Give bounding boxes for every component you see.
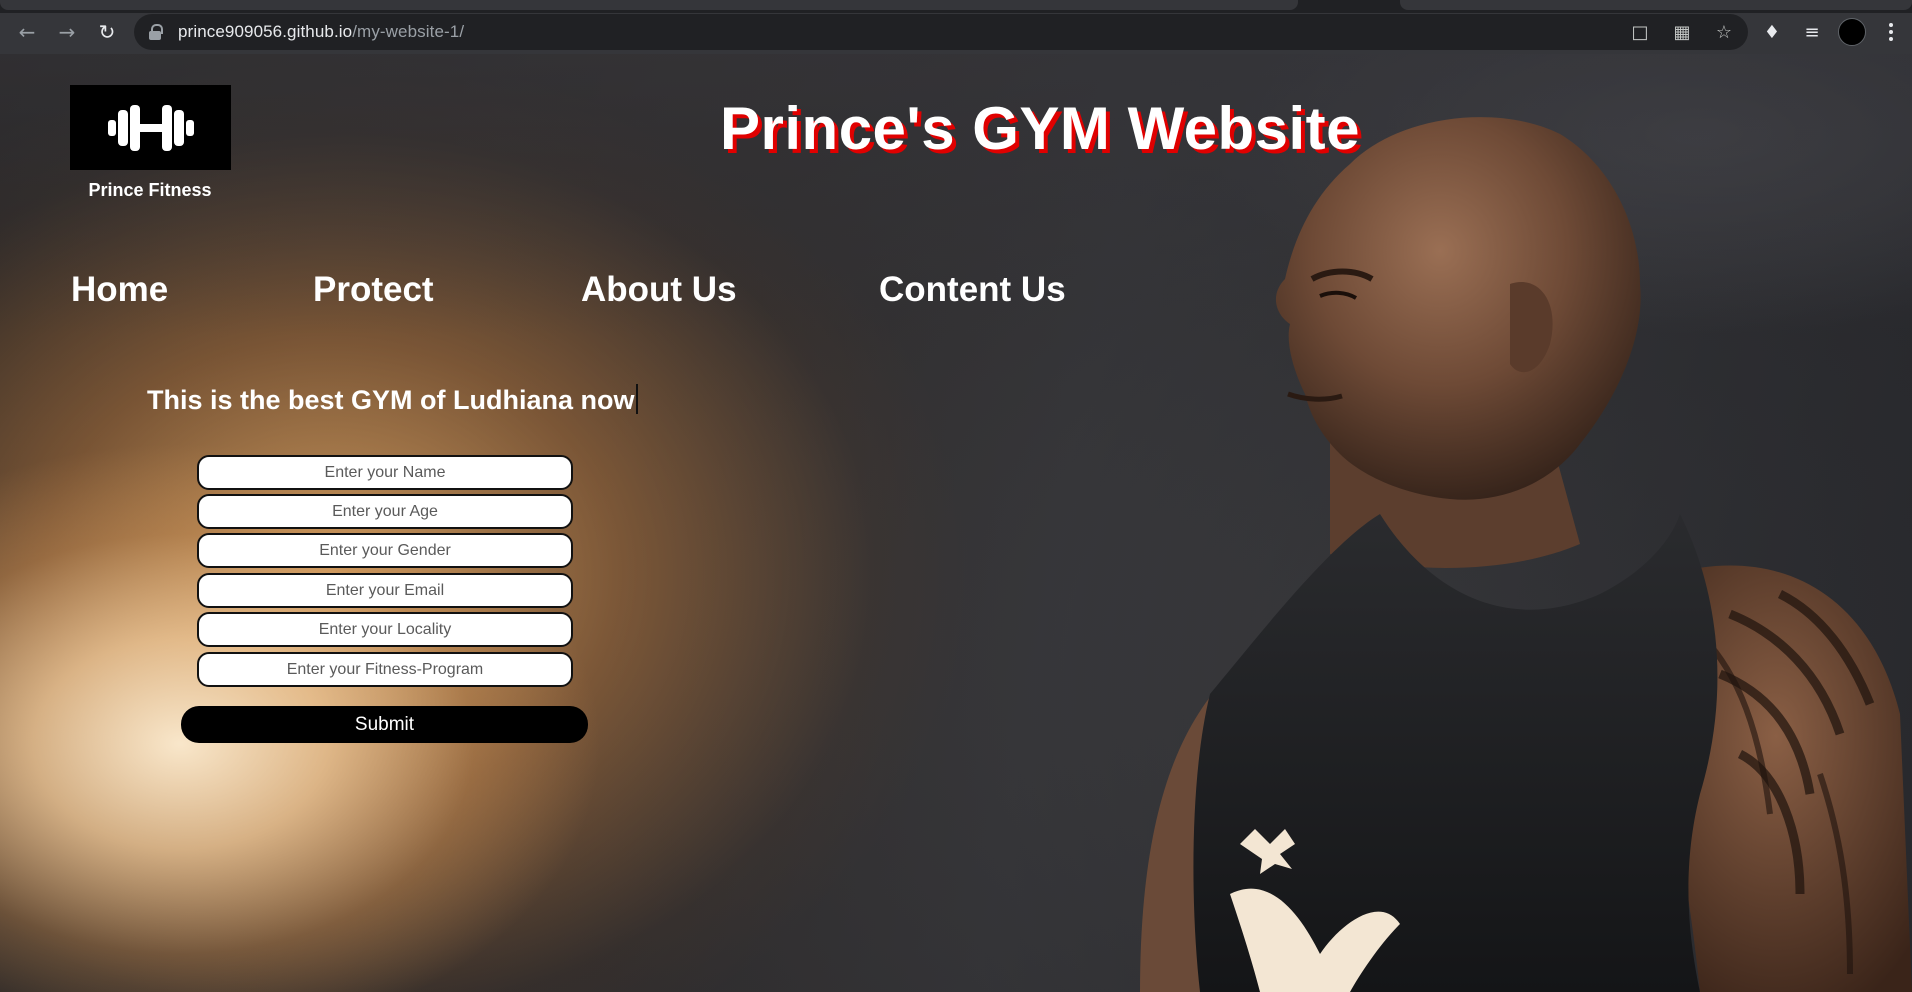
url-text[interactable]: prince909056.github.io/my-website-1/ bbox=[178, 22, 464, 42]
menu-kebab-icon[interactable] bbox=[1886, 17, 1896, 47]
email-input[interactable] bbox=[197, 573, 573, 608]
profile-avatar-icon[interactable] bbox=[1838, 18, 1866, 46]
forward-button[interactable]: → bbox=[53, 18, 81, 46]
extensions-puzzle-icon[interactable]: ♦ bbox=[1758, 18, 1786, 46]
dumbbell-icon bbox=[107, 104, 194, 151]
cast-icon[interactable]: □ bbox=[1630, 22, 1650, 43]
page-viewport: Prince Fitness Prince's GYM Website Home… bbox=[0, 54, 1912, 992]
tagline: This is the best GYM of Ludhiana now bbox=[147, 384, 638, 416]
address-bar-actions: □ ▦ ☆ bbox=[1630, 14, 1734, 50]
lock-icon[interactable] bbox=[148, 23, 163, 41]
address-bar[interactable]: prince909056.github.io/my-website-1/ □ ▦… bbox=[134, 14, 1748, 50]
back-arrow-icon: ← bbox=[18, 20, 36, 44]
locality-input[interactable] bbox=[197, 612, 573, 647]
inactive-tab-edge[interactable] bbox=[1400, 0, 1912, 10]
reading-list-icon[interactable]: ≡ bbox=[1798, 18, 1826, 46]
back-button[interactable]: ← bbox=[13, 18, 41, 46]
nav-link-home[interactable]: Home bbox=[71, 270, 168, 310]
reload-icon: ↻ bbox=[98, 20, 116, 44]
qr-code-icon[interactable]: ▦ bbox=[1672, 22, 1692, 43]
submit-button[interactable]: Submit bbox=[181, 706, 588, 743]
age-input[interactable] bbox=[197, 494, 573, 529]
logo-caption: Prince Fitness bbox=[88, 180, 212, 200]
bookmark-star-icon[interactable]: ☆ bbox=[1714, 22, 1734, 43]
nav-link-protect[interactable]: Protect bbox=[313, 270, 434, 310]
browser-toolbar: ← → ↻ prince909056.github.io/my-website-… bbox=[0, 0, 1912, 54]
nav-link-about[interactable]: About Us bbox=[581, 270, 737, 310]
fitness-program-input[interactable] bbox=[197, 652, 573, 687]
athlete-hero-image bbox=[1140, 117, 1912, 992]
gender-input[interactable] bbox=[197, 533, 573, 568]
url-path: /my-website-1/ bbox=[352, 22, 465, 41]
name-input[interactable] bbox=[197, 455, 573, 490]
forward-arrow-icon: → bbox=[58, 20, 76, 44]
reload-button[interactable]: ↻ bbox=[93, 18, 121, 46]
tab-strip bbox=[0, 0, 1912, 13]
page-title: Prince's GYM Website bbox=[720, 95, 1361, 162]
logo-box[interactable] bbox=[70, 85, 231, 170]
text-caret bbox=[635, 384, 638, 414]
active-tab-edge[interactable] bbox=[0, 0, 1298, 10]
nav-link-contact[interactable]: Content Us bbox=[879, 270, 1066, 310]
url-host: prince909056.github.io bbox=[178, 22, 353, 41]
tagline-text: This is the best GYM of Ludhiana now bbox=[147, 385, 635, 415]
